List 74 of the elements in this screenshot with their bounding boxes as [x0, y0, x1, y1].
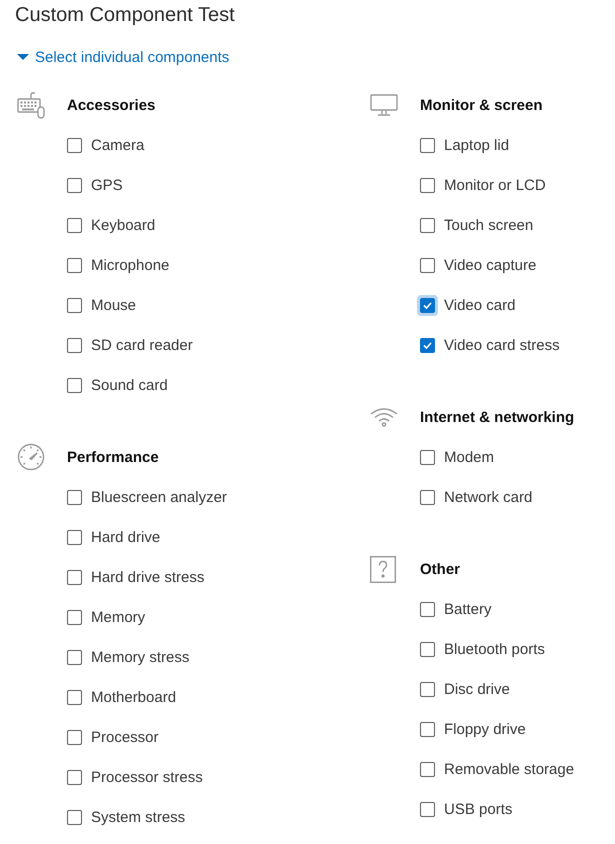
checkbox-label[interactable]: Bluescreen analyzer [91, 488, 227, 506]
checkbox[interactable] [67, 490, 82, 504]
checkbox[interactable] [420, 682, 435, 696]
checkbox-label[interactable]: Video card stress [444, 336, 560, 354]
checkbox-label[interactable]: Camera [91, 136, 144, 154]
checkbox-label[interactable]: Touch screen [444, 216, 534, 234]
section-heading: Other [420, 560, 460, 578]
checkbox-label[interactable]: Monitor or LCD [444, 176, 546, 194]
keyboard-mouse-icon [17, 92, 45, 118]
checkbox[interactable] [420, 722, 435, 736]
checkbox-label[interactable]: Disc drive [444, 680, 510, 698]
checkbox-label[interactable]: USB ports [444, 800, 512, 818]
checkbox[interactable] [67, 650, 82, 664]
checkbox[interactable] [420, 450, 435, 464]
checkbox[interactable] [67, 298, 82, 312]
checkbox-label[interactable]: Sound card [91, 376, 168, 394]
checkbox[interactable] [420, 802, 435, 816]
checkbox[interactable] [67, 530, 82, 544]
checkbox[interactable] [67, 258, 82, 272]
checkbox-label[interactable]: Modem [444, 448, 494, 466]
checkbox-label[interactable]: Processor [91, 728, 159, 746]
checkbox-label[interactable]: Laptop lid [444, 136, 510, 154]
checkbox[interactable] [67, 218, 82, 232]
checkbox-label[interactable]: Network card [444, 488, 532, 506]
checkbox[interactable] [420, 490, 435, 504]
gauge-icon [17, 443, 45, 471]
section-heading: Performance [67, 448, 159, 466]
checkbox-label[interactable]: Battery [444, 600, 492, 618]
checkbox-label[interactable]: Hard drive stress [91, 568, 204, 586]
section-heading: Accessories [67, 96, 156, 114]
checkmark-icon [423, 302, 432, 308]
help-icon [370, 556, 396, 582]
checkbox[interactable] [67, 378, 82, 392]
checkbox-label[interactable]: GPS [91, 176, 123, 194]
checkbox-label[interactable]: Mouse [91, 296, 136, 314]
checkbox[interactable] [420, 258, 435, 272]
checkmark-icon [423, 342, 432, 348]
checkbox-label[interactable]: Microphone [91, 256, 170, 274]
checkbox[interactable] [420, 218, 435, 232]
checkbox[interactable] [67, 178, 82, 192]
checkbox[interactable] [420, 338, 435, 352]
section-heading: Internet & networking [420, 408, 574, 426]
checkbox-label[interactable]: Removable storage [444, 760, 574, 778]
checkbox[interactable] [67, 610, 82, 624]
checkbox-label[interactable]: Processor stress [91, 768, 203, 786]
page-title: Custom Component Test [15, 3, 235, 28]
checkbox-label[interactable]: Memory stress [91, 648, 190, 666]
checkbox[interactable] [67, 730, 82, 744]
checkbox[interactable] [67, 338, 82, 352]
section-heading: Monitor & screen [420, 96, 543, 114]
checkbox-label[interactable]: System stress [91, 808, 186, 826]
checkbox[interactable] [420, 178, 435, 192]
checkbox[interactable] [67, 810, 82, 824]
checkbox-label[interactable]: Video card [444, 296, 516, 314]
checkbox[interactable] [420, 602, 435, 616]
checkbox-label[interactable]: Video capture [444, 256, 536, 274]
select-components-toggle[interactable]: Select individual components [15, 42, 232, 72]
checkbox-label[interactable]: SD card reader [91, 336, 193, 354]
checkbox[interactable] [67, 690, 82, 704]
checkbox-label[interactable]: Memory [91, 608, 146, 626]
checkbox[interactable] [420, 138, 435, 152]
checkbox[interactable] [420, 642, 435, 656]
wifi-icon [370, 407, 398, 427]
checkbox[interactable] [67, 138, 82, 152]
checkbox[interactable] [420, 762, 435, 776]
checkbox-label[interactable]: Hard drive [91, 528, 160, 546]
checkbox-label[interactable]: Bluetooth ports [444, 640, 545, 658]
checkbox-label[interactable]: Keyboard [91, 216, 156, 234]
checkbox[interactable] [67, 570, 82, 584]
checkbox-label[interactable]: Motherboard [91, 688, 176, 706]
checkbox-label[interactable]: Floppy drive [444, 720, 526, 738]
caret-icon [17, 54, 29, 60]
checkbox[interactable] [67, 770, 82, 784]
monitor-icon [370, 94, 398, 116]
